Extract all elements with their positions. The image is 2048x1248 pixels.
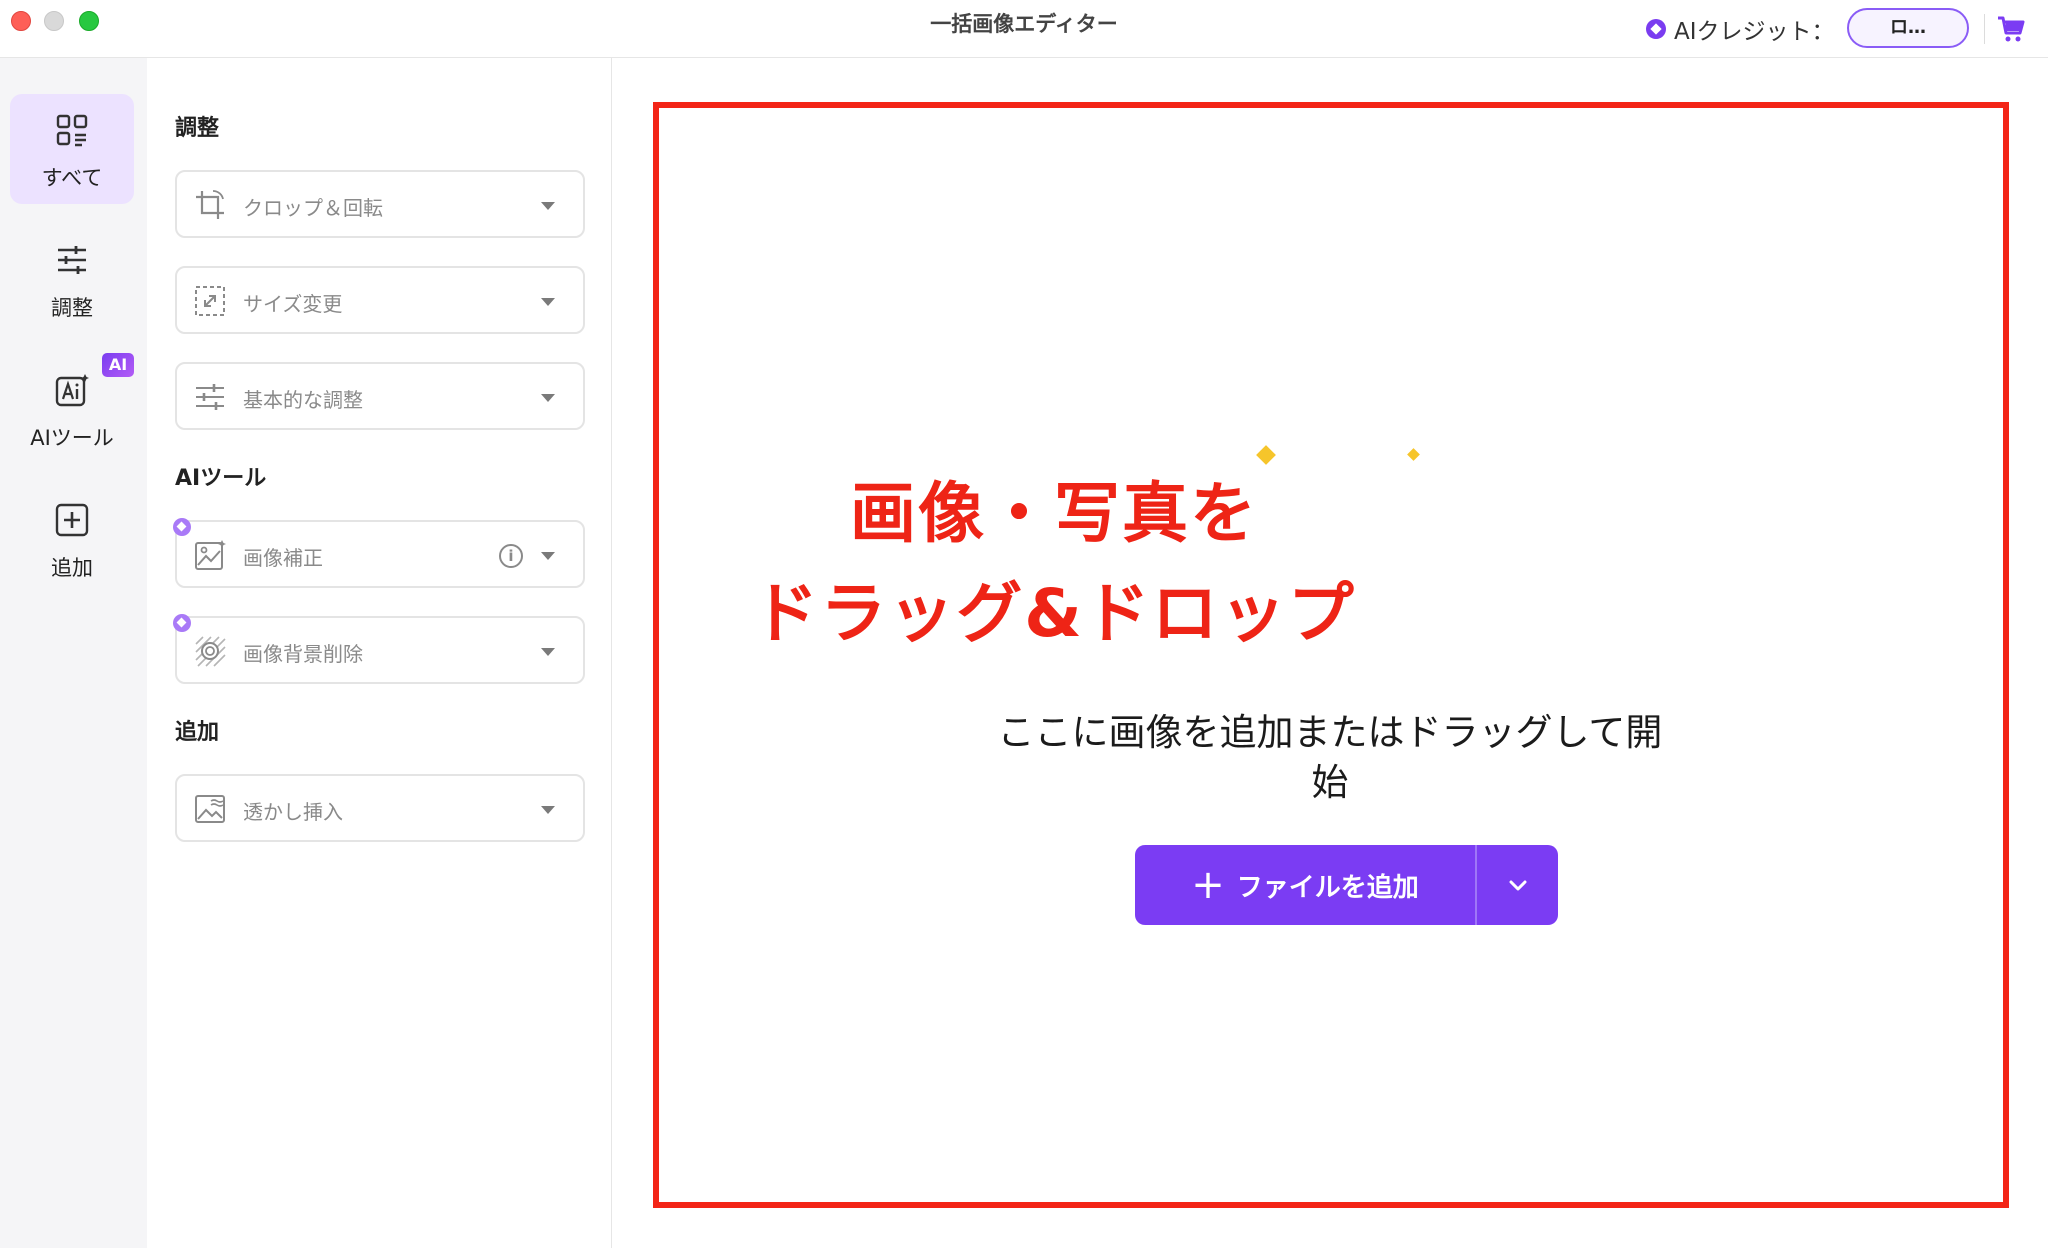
ai-icon: [55, 374, 89, 407]
caret-down-icon[interactable]: [541, 202, 555, 210]
caret-down-icon[interactable]: [541, 394, 555, 402]
chevron-down-icon: [1509, 880, 1526, 891]
cart-icon[interactable]: [1996, 14, 2026, 44]
ai-credit-icon: [1646, 19, 1666, 39]
rail-item-label: AIツール: [30, 426, 114, 450]
crop-rotate-icon: [196, 190, 224, 219]
rail-item-all[interactable]: すべて: [10, 94, 134, 204]
add-file-label: ファイルを追加: [1236, 872, 1419, 903]
watermark-icon: [195, 795, 225, 823]
login-button[interactable]: ロ…: [1847, 8, 1969, 48]
sliders-icon: [58, 246, 86, 274]
drop-instructions: ここに画像を追加またはドラッグして開始: [997, 711, 1663, 804]
option-label: 透かし挿入: [243, 800, 343, 824]
option-basic-adjust[interactable]: 基本的な調整: [175, 362, 585, 430]
drop-headline-line1: 画像・写真を: [850, 475, 1258, 552]
rail-item-adjust[interactable]: 調整: [10, 224, 134, 334]
add-file-button[interactable]: + ファイルを追加: [1135, 845, 1475, 925]
option-resize[interactable]: サイズ変更: [175, 266, 585, 334]
ai-credit-indicator: AIクレジット：: [1646, 14, 1835, 45]
rail-item-label: 調整: [51, 296, 93, 320]
section-title-adjust: 調整: [175, 116, 220, 141]
option-watermark[interactable]: 透かし挿入: [175, 774, 585, 842]
ai-credit-label: AIクレジット：: [1674, 19, 1835, 45]
caret-down-icon[interactable]: [541, 806, 555, 814]
option-crop-rotate[interactable]: クロップ＆回転: [175, 170, 585, 238]
option-label: クロップ＆回転: [243, 196, 383, 220]
sliders-icon: [196, 384, 224, 410]
option-label: サイズ変更: [243, 292, 343, 316]
grid-icon: [56, 114, 88, 147]
titlebar-divider: [1984, 14, 1985, 44]
option-label: 基本的な調整: [243, 388, 363, 412]
rail-item-label: すべて: [41, 166, 103, 190]
add-file-dropdown-button[interactable]: [1477, 845, 1558, 925]
section-title-add: 追加: [175, 720, 220, 745]
plus-icon: +: [1191, 862, 1225, 908]
add-file-button-group: + ファイルを追加: [1135, 845, 1558, 925]
caret-down-icon[interactable]: [541, 298, 555, 306]
ai-badge: AI: [102, 353, 134, 377]
title-bar: 一括画像エディター AIクレジット： ロ…: [0, 0, 2048, 58]
resize-icon: [195, 286, 225, 316]
drop-headline-line2: ドラッグ&ドロップ: [752, 575, 1356, 652]
